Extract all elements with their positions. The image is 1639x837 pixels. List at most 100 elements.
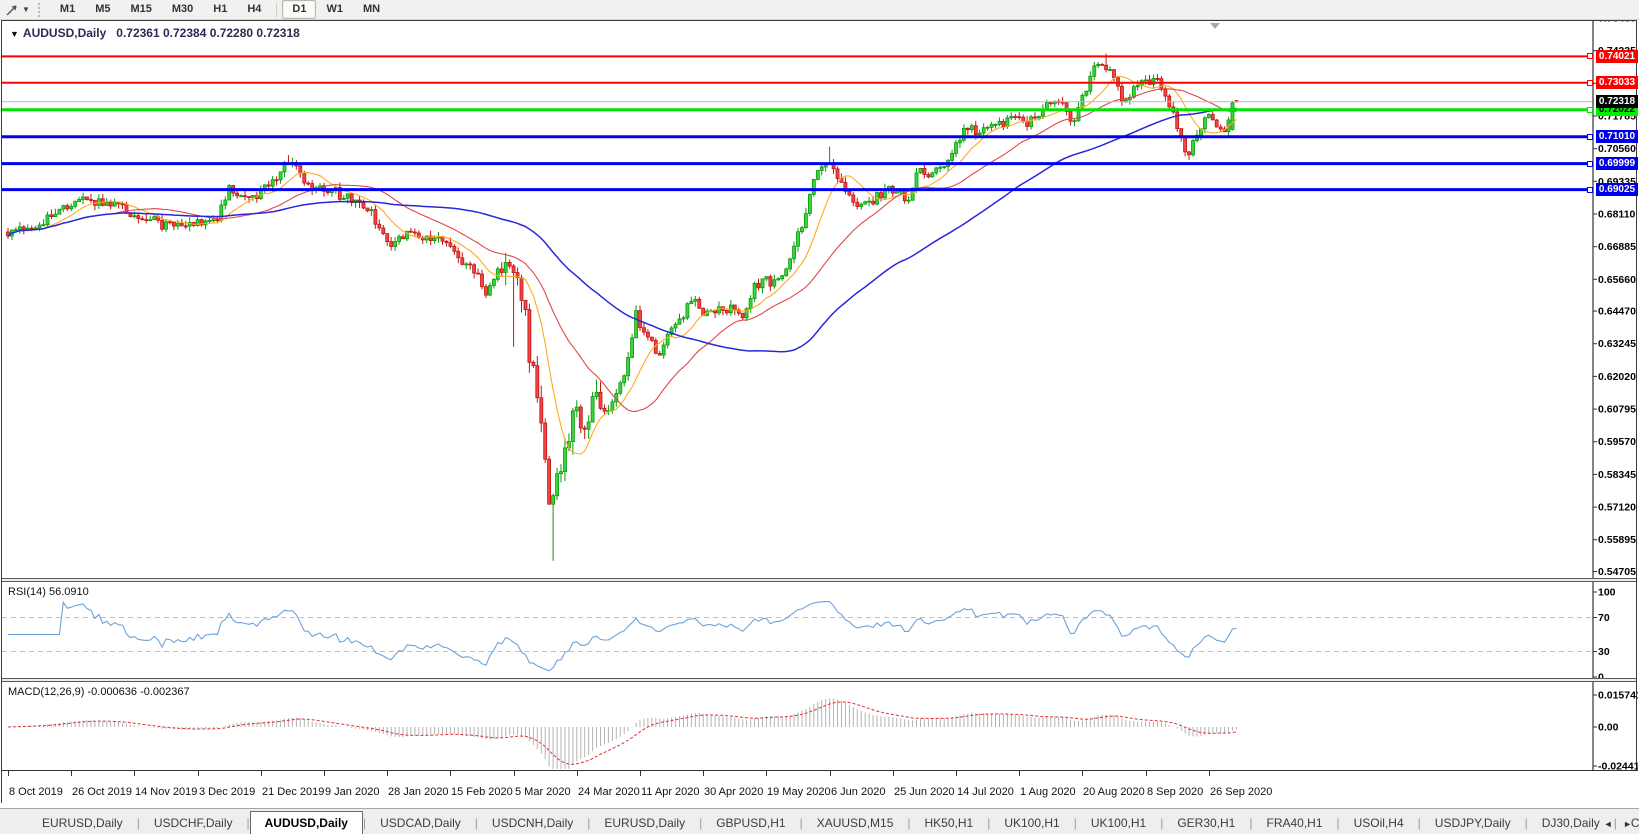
- chart-tab-xauusd-m15[interactable]: XAUUSD,M15: [803, 813, 908, 834]
- time-tick: [198, 771, 199, 776]
- line-anchor-square[interactable]: [1587, 107, 1593, 113]
- timeframe-button-m15[interactable]: M15: [120, 0, 161, 19]
- time-tick: [324, 771, 325, 776]
- time-tick: [766, 771, 767, 776]
- time-tick: [640, 771, 641, 776]
- chart-tab-eurusd-daily[interactable]: EURUSD,Daily: [28, 813, 137, 834]
- line-anchor-square[interactable]: [1587, 187, 1593, 193]
- timeframe-button-h4[interactable]: H4: [237, 0, 271, 19]
- collapse-triangle-icon[interactable]: ▼: [10, 29, 19, 39]
- svg-text:0.64470: 0.64470: [1598, 306, 1636, 318]
- price-tag-0.74021: 0.74021: [1596, 50, 1638, 63]
- chart-tab-usdchf-daily[interactable]: USDCHF,Daily: [140, 813, 247, 834]
- chart-tab-ger30-h1[interactable]: GER30,H1: [1163, 813, 1249, 834]
- date-label: 20 Aug 2020: [1083, 786, 1145, 798]
- svg-text:0.59570: 0.59570: [1598, 436, 1636, 448]
- chart-tab-usdcnh-daily[interactable]: USDCNH,Daily: [478, 813, 587, 834]
- time-tick: [71, 771, 72, 776]
- time-tick: [703, 771, 704, 776]
- time-tick: [450, 771, 451, 776]
- rsi-label: RSI(14) 56.0910: [8, 586, 89, 598]
- panel-separator[interactable]: [2, 578, 1636, 582]
- time-tick: [8, 771, 9, 776]
- date-label: 3 Dec 2019: [199, 786, 256, 798]
- timeframe-button-mn[interactable]: MN: [353, 0, 390, 19]
- toolbar-dropdown-caret-icon[interactable]: ▼: [22, 5, 30, 14]
- date-label: 8 Oct 2019: [9, 786, 63, 798]
- svg-text:0.68110: 0.68110: [1598, 209, 1636, 221]
- svg-text:0.75460: 0.75460: [1598, 21, 1636, 25]
- panel-separator[interactable]: [2, 678, 1636, 682]
- timeframe-button-m5[interactable]: M5: [85, 0, 120, 19]
- date-label: 25 Jun 2020: [894, 786, 955, 798]
- rsi-panel[interactable]: 10070300: [2, 582, 1638, 679]
- date-label: 9 Jan 2020: [325, 786, 380, 798]
- svg-text:0.015741: 0.015741: [1598, 690, 1638, 702]
- chart-tab-uk100-h1[interactable]: UK100,H1: [1077, 813, 1160, 834]
- line-anchor-square[interactable]: [1587, 53, 1593, 59]
- time-tick: [830, 771, 831, 776]
- date-label: 21 Dec 2019: [262, 786, 325, 798]
- price-tag-0.71010: 0.71010: [1596, 130, 1638, 143]
- date-label: 24 Mar 2020: [578, 786, 640, 798]
- svg-text:100: 100: [1598, 587, 1616, 599]
- date-label: 26 Sep 2020: [1210, 786, 1273, 798]
- time-tick: [893, 771, 894, 776]
- toolbar-drag-handle[interactable]: [37, 2, 45, 17]
- chart-window[interactable]: ▼ AUDUSD,Daily 0.72361 0.72384 0.72280 0.7…: [1, 20, 1638, 804]
- timeframe-button-h1[interactable]: H1: [203, 0, 237, 19]
- chart-tab-usdcad-daily[interactable]: USDCAD,Daily: [366, 813, 475, 834]
- svg-text:0.54705: 0.54705: [1598, 566, 1636, 578]
- svg-text:0.70560: 0.70560: [1598, 143, 1636, 155]
- timeframe-buttons: M1 M5 M15 M30 H1 H4 D1 W1 MN: [50, 0, 390, 19]
- line-anchor-square[interactable]: [1587, 161, 1593, 167]
- timeframe-button-m30[interactable]: M30: [162, 0, 203, 19]
- timeframe-button-m1[interactable]: M1: [50, 0, 85, 19]
- chart-tab-usdjpy-daily[interactable]: USDJPY,Daily: [1421, 813, 1525, 834]
- time-tick: [577, 771, 578, 776]
- time-axis[interactable]: 8 Oct 2019 26 Oct 2019 14 Nov 2019 3 Dec 20…: [2, 770, 1638, 804]
- svg-text:-0.024412: -0.024412: [1598, 761, 1638, 771]
- time-tick: [1146, 771, 1147, 776]
- timeframe-button-d1[interactable]: D1: [282, 0, 317, 19]
- svg-text:0.58345: 0.58345: [1598, 469, 1636, 481]
- time-tick: [261, 771, 262, 776]
- time-tick: [956, 771, 957, 776]
- chart-tab-dj30-daily[interactable]: DJ30,Daily: [1528, 813, 1614, 834]
- chart-tab-audusd-daily[interactable]: AUDUSD,Daily: [249, 811, 363, 834]
- svg-text:0.62020: 0.62020: [1598, 371, 1636, 383]
- line-anchor-square[interactable]: [1587, 134, 1593, 140]
- date-label: 28 Jan 2020: [388, 786, 449, 798]
- main-price-panel[interactable]: 0.754600.742350.730100.717850.705600.693…: [2, 21, 1638, 579]
- svg-text:30: 30: [1598, 646, 1610, 658]
- svg-text:0.57120: 0.57120: [1598, 502, 1636, 514]
- tab-scroll-arrows[interactable]: ◄ ►: [1604, 819, 1636, 829]
- chart-title: ▼ AUDUSD,Daily 0.72361 0.72384 0.72280 0.7…: [10, 26, 300, 40]
- chart-cursor-icon[interactable]: [2, 2, 22, 17]
- line-anchor-square[interactable]: [1587, 80, 1593, 86]
- chart-tab-fra40-h1[interactable]: FRA40,H1: [1252, 813, 1336, 834]
- time-tick: [387, 771, 388, 776]
- time-tick: [134, 771, 135, 776]
- chart-tab-usoil-h4[interactable]: USOil,H4: [1340, 813, 1418, 834]
- macd-panel[interactable]: 0.015741 0.00 -0.024412: [2, 682, 1638, 770]
- chart-tab-eurusd-daily[interactable]: EURUSD,Daily: [590, 813, 699, 834]
- macd-label: MACD(12,26,9) -0.000636 -0.002367: [8, 686, 190, 698]
- svg-text:0.60795: 0.60795: [1598, 404, 1636, 416]
- top-toolbar: ▼ M1 M5 M15 M30 H1 H4 D1 W1 MN: [0, 0, 1639, 20]
- date-label: 11 Apr 2020: [641, 786, 700, 798]
- svg-text:0.65660: 0.65660: [1598, 274, 1636, 286]
- date-label: 30 Apr 2020: [704, 786, 764, 798]
- svg-text:70: 70: [1598, 612, 1610, 624]
- date-label: 14 Jul 2020: [957, 786, 1014, 798]
- date-label: 14 Nov 2019: [135, 786, 198, 798]
- svg-text:0.63245: 0.63245: [1598, 338, 1636, 350]
- date-label: 26 Oct 2019: [72, 786, 132, 798]
- svg-text:0.00: 0.00: [1598, 722, 1619, 734]
- chart-tab-uk100-h1[interactable]: UK100,H1: [990, 813, 1073, 834]
- timeframe-button-w1[interactable]: W1: [316, 0, 353, 19]
- chart-tab-hk50-h1[interactable]: HK50,H1: [911, 813, 988, 834]
- time-tick: [514, 771, 515, 776]
- chart-tab-gbpusd-h1[interactable]: GBPUSD,H1: [702, 813, 799, 834]
- chart-symbol: AUDUSD,Daily: [22, 26, 107, 40]
